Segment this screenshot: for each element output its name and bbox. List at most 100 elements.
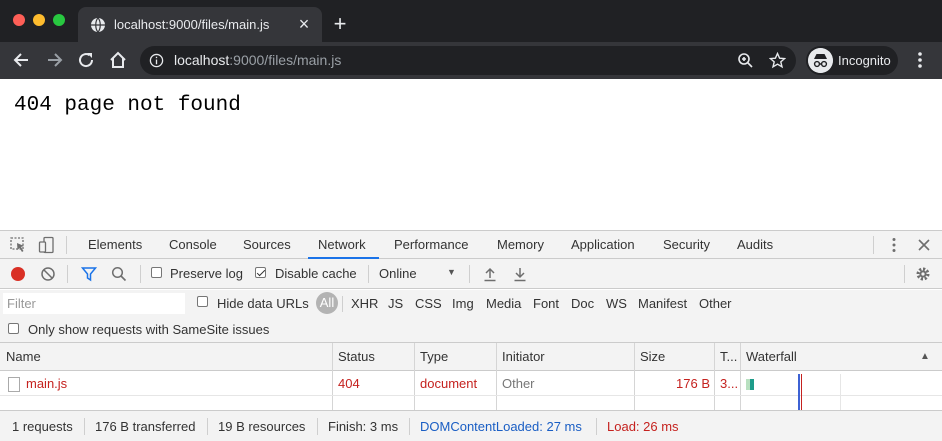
browser-tab[interactable]: localhost:9000/files/main.js × — [78, 7, 322, 42]
type-filter-all[interactable]: All — [316, 292, 338, 314]
tab-elements[interactable]: Elements — [88, 231, 142, 259]
record-icon[interactable] — [10, 266, 26, 282]
column-header-initiator[interactable]: Initiator — [502, 343, 545, 371]
filter-bar: Hide data URLs All XHR JS CSS Img Media … — [0, 290, 942, 318]
type-filter-doc[interactable]: Doc — [571, 296, 594, 311]
domcontentloaded-marker — [798, 374, 800, 410]
table-header: Name Status Type Initiator Size T... Wat… — [0, 343, 942, 371]
gear-icon[interactable] — [915, 266, 931, 282]
device-toolbar-icon[interactable] — [38, 236, 56, 254]
divider — [469, 265, 470, 283]
browser-menu-icon[interactable] — [912, 50, 928, 70]
throttling-select[interactable]: Online — [379, 266, 417, 281]
tab-title: localhost:9000/files/main.js — [114, 17, 270, 32]
hide-data-urls-label: Hide data URLs — [217, 296, 309, 311]
network-toolbar: Preserve log Disable cache Online ▼ — [0, 259, 942, 289]
column-header-size[interactable]: Size — [640, 343, 665, 371]
tab-sources[interactable]: Sources — [243, 231, 291, 259]
network-summary-bar: 1 requests 176 B transferred 19 B resour… — [0, 410, 942, 441]
request-size: 176 B — [676, 376, 710, 391]
maximize-window-button[interactable] — [53, 14, 65, 26]
export-har-icon[interactable] — [512, 266, 528, 282]
url-text: localhost:9000/files/main.js — [174, 52, 341, 68]
divider — [904, 265, 905, 283]
disable-cache-checkbox[interactable] — [255, 267, 266, 278]
column-header-name[interactable]: Name — [6, 343, 41, 371]
incognito-profile-button[interactable]: Incognito — [806, 46, 898, 75]
samesite-label: Only show requests with SameSite issues — [28, 322, 270, 337]
filter-input[interactable] — [3, 293, 185, 314]
tab-application[interactable]: Application — [571, 231, 635, 259]
summary-resources: 19 B resources — [218, 419, 306, 434]
column-header-waterfall[interactable]: Waterfall — [746, 343, 797, 371]
divider — [84, 418, 85, 435]
preserve-log-label: Preserve log — [170, 266, 243, 281]
divider — [596, 418, 597, 435]
profile-label: Incognito — [838, 53, 891, 68]
minimize-window-button[interactable] — [33, 14, 45, 26]
browser-toolbar: localhost:9000/files/main.js Incognito — [0, 42, 942, 79]
divider — [67, 265, 68, 283]
devtools-tabbar: Elements Console Sources Network Perform… — [0, 230, 942, 259]
info-icon[interactable] — [149, 53, 164, 68]
clear-icon[interactable] — [40, 266, 56, 282]
tab-network[interactable]: Network — [318, 231, 366, 259]
document-file-icon — [8, 377, 20, 392]
close-window-button[interactable] — [13, 14, 25, 26]
request-name[interactable]: main.js — [26, 372, 67, 396]
close-devtools-icon[interactable] — [915, 236, 933, 254]
column-header-status[interactable]: Status — [338, 343, 375, 371]
column-header-time[interactable]: T... — [720, 343, 740, 371]
type-filter-other[interactable]: Other — [699, 296, 732, 311]
request-status: 404 — [338, 376, 360, 391]
import-har-icon[interactable] — [482, 266, 498, 282]
bookmark-star-icon[interactable] — [769, 52, 786, 69]
url-path: :9000/files/main.js — [229, 52, 342, 68]
back-arrow-icon[interactable] — [12, 50, 32, 70]
type-filter-font[interactable]: Font — [533, 296, 559, 311]
incognito-icon — [808, 48, 833, 73]
inspect-element-icon[interactable] — [9, 236, 27, 254]
type-filter-js[interactable]: JS — [388, 296, 403, 311]
type-filter-xhr[interactable]: XHR — [351, 296, 378, 311]
type-filter-manifest[interactable]: Manifest — [638, 296, 687, 311]
request-type: document — [420, 376, 478, 391]
request-initiator: Other — [502, 376, 535, 391]
tab-performance[interactable]: Performance — [394, 231, 468, 259]
home-icon[interactable] — [108, 50, 128, 70]
new-tab-button[interactable]: + — [330, 13, 350, 35]
zoom-icon[interactable] — [737, 52, 754, 69]
summary-transferred: 176 B transferred — [95, 419, 196, 434]
tab-console[interactable]: Console — [169, 231, 217, 259]
tab-audits[interactable]: Audits — [737, 231, 773, 259]
tab-security[interactable]: Security — [663, 231, 710, 259]
address-bar[interactable]: localhost:9000/files/main.js — [140, 46, 796, 75]
chevron-down-icon[interactable]: ▼ — [447, 267, 456, 277]
divider — [873, 236, 874, 254]
type-filter-media[interactable]: Media — [486, 296, 521, 311]
divider — [342, 296, 343, 312]
column-header-type[interactable]: Type — [420, 343, 448, 371]
type-filter-img[interactable]: Img — [452, 296, 474, 311]
reload-icon[interactable] — [76, 50, 96, 70]
request-time: 3... — [720, 376, 739, 391]
devtools-menu-icon[interactable] — [885, 236, 903, 254]
summary-finish: Finish: 3 ms — [328, 419, 399, 434]
browser-titlebar: localhost:9000/files/main.js × + — [0, 0, 942, 42]
summary-requests: 1 requests — [12, 419, 73, 434]
forward-arrow-icon[interactable] — [44, 50, 64, 70]
summary-load: Load: 26 ms — [607, 419, 679, 434]
url-host: localhost — [174, 52, 230, 68]
search-icon[interactable] — [111, 266, 127, 282]
samesite-checkbox[interactable] — [8, 323, 19, 334]
filter-icon[interactable] — [81, 266, 97, 282]
preserve-log-checkbox[interactable] — [151, 267, 162, 278]
type-filter-ws[interactable]: WS — [606, 296, 627, 311]
hide-data-urls-checkbox[interactable] — [197, 296, 208, 307]
type-filter-css[interactable]: CSS — [415, 296, 442, 311]
tab-close-icon[interactable]: × — [296, 15, 312, 33]
globe-icon — [91, 17, 105, 33]
tab-memory[interactable]: Memory — [497, 231, 544, 259]
waterfall-download-bar — [750, 379, 754, 390]
sort-ascending-icon[interactable]: ▲ — [920, 351, 930, 362]
